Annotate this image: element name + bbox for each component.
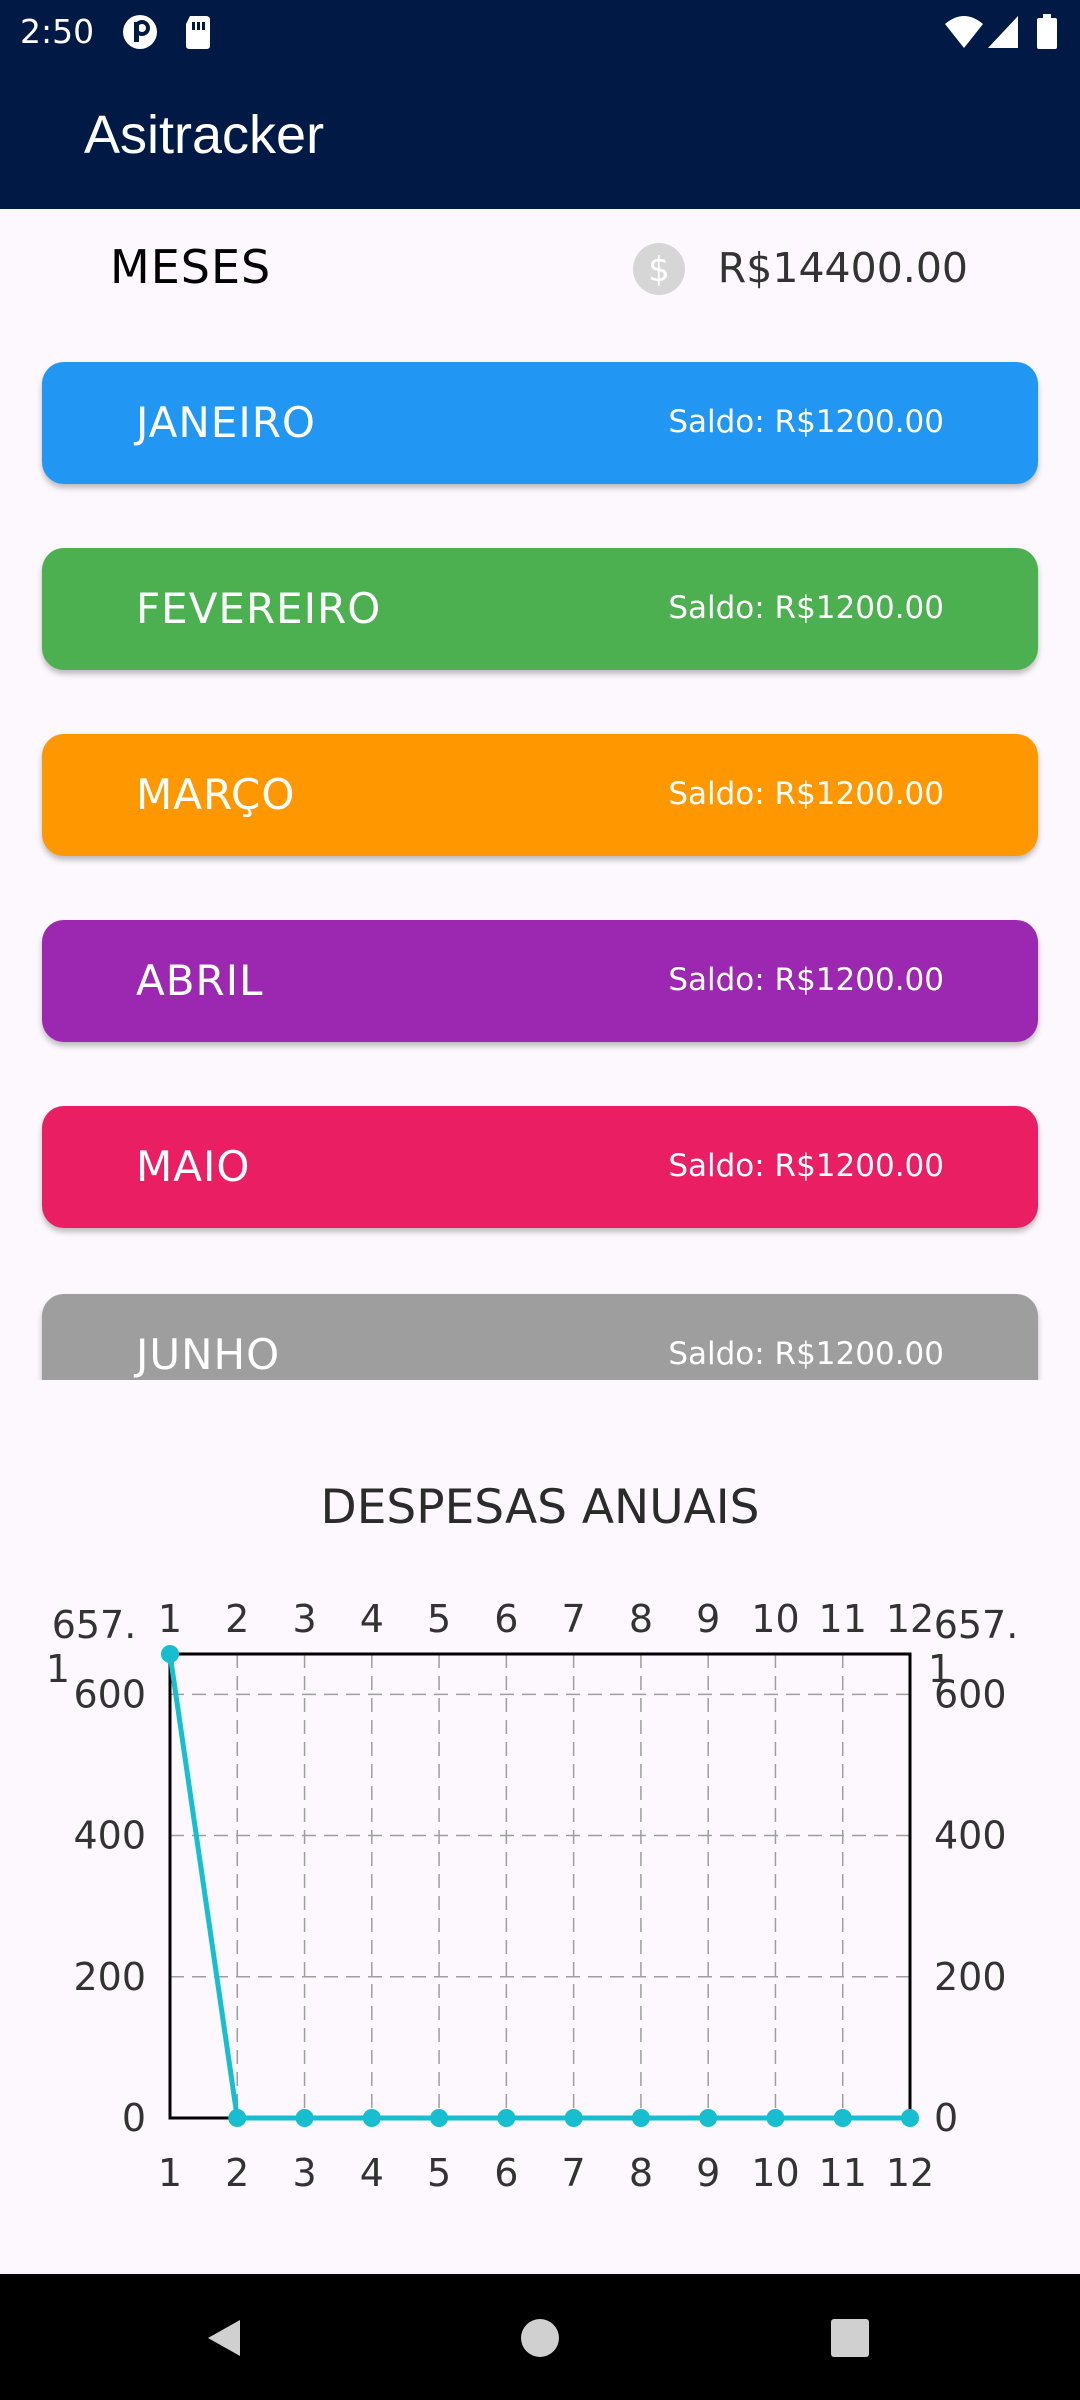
x-tick-label-bottom: 2 — [225, 2151, 249, 2195]
x-tick-label-top: 11 — [819, 1597, 867, 1641]
data-point — [228, 2109, 247, 2127]
data-point — [430, 2109, 449, 2127]
month-card-fevereiro[interactable]: FEVEREIRO Saldo: R$1200.00 — [42, 548, 1038, 670]
x-tick-label-top: 7 — [562, 1597, 586, 1641]
y-max-label-left-wrap: 1 — [46, 1647, 70, 1691]
navigation-bar — [0, 2274, 1080, 2400]
data-point — [699, 2109, 718, 2127]
x-tick-label-bottom: 8 — [629, 2151, 653, 2195]
status-time: 2:50 — [20, 12, 95, 51]
data-point — [362, 2109, 381, 2127]
x-tick-label-bottom: 11 — [819, 2151, 867, 2195]
month-balance: Saldo: R$1200.00 — [668, 404, 944, 440]
data-point — [833, 2109, 852, 2127]
y-tick-label-left: 200 — [73, 1955, 146, 1999]
data-point — [564, 2109, 583, 2127]
y-tick-label-left: 0 — [122, 2096, 146, 2140]
x-tick-label-top: 1 — [158, 1597, 182, 1641]
month-name: ABRIL — [136, 956, 264, 1005]
x-tick-label-top: 10 — [751, 1597, 799, 1641]
month-card-junho[interactable]: JUNHO Saldo: R$1200.00 — [42, 1294, 1038, 1380]
plot-frame — [168, 1652, 912, 2120]
x-tick-label-top: 6 — [494, 1597, 518, 1641]
x-tick-label-top: 2 — [225, 1597, 249, 1641]
chart-axes — [168, 1652, 912, 2120]
data-point — [766, 2109, 785, 2127]
x-tick-label-top: 4 — [360, 1597, 384, 1641]
x-tick-label-top: 8 — [629, 1597, 653, 1641]
data-point — [901, 2109, 919, 2127]
months-list[interactable]: JANEIRO Saldo: R$1200.00 FEVEREIRO Saldo… — [0, 340, 1080, 1380]
month-name: MAIO — [136, 1142, 251, 1191]
x-tick-label-bottom: 5 — [427, 2151, 451, 2195]
month-name: MARÇO — [136, 770, 296, 819]
dollar-icon: $ — [633, 243, 685, 295]
status-bar: 2:50 — [0, 0, 1080, 64]
series-line — [167, 1653, 910, 2121]
data-point — [497, 2109, 516, 2127]
sim-card-icon — [186, 16, 210, 49]
data-point — [631, 2109, 650, 2127]
recents-icon[interactable] — [830, 2318, 870, 2358]
x-tick-label-bottom: 7 — [562, 2151, 586, 2195]
y-max-label-right: 657. — [934, 1603, 1019, 1647]
month-card-maio[interactable]: MAIO Saldo: R$1200.00 — [42, 1106, 1038, 1228]
x-tick-label-bottom: 3 — [292, 2151, 316, 2195]
chart-title: DESPESAS ANUAIS — [320, 1480, 760, 1535]
data-point — [161, 1645, 179, 1663]
back-icon[interactable] — [204, 2318, 244, 2358]
p-icon — [123, 15, 157, 49]
app-title: Asitracker — [84, 105, 325, 165]
month-balance: Saldo: R$1200.00 — [668, 962, 944, 998]
y-max-label-left: 657. — [52, 1603, 137, 1647]
x-tick-label-bottom: 9 — [696, 2151, 720, 2195]
month-name: JANEIRO — [136, 398, 316, 447]
month-balance: Saldo: R$1200.00 — [668, 1336, 944, 1372]
data-point — [295, 2109, 314, 2127]
month-card-marco[interactable]: MARÇO Saldo: R$1200.00 — [42, 734, 1038, 856]
month-card-abril[interactable]: ABRIL Saldo: R$1200.00 — [42, 920, 1038, 1042]
month-card-janeiro[interactable]: JANEIRO Saldo: R$1200.00 — [42, 362, 1038, 484]
y-tick-label-left: 600 — [73, 1672, 146, 1716]
x-tick-label-bottom: 6 — [494, 2151, 518, 2195]
y-tick-label-right: 200 — [934, 1955, 1007, 1999]
x-tick-label-bottom: 10 — [751, 2151, 799, 2195]
x-tick-label-top: 5 — [427, 1597, 451, 1641]
month-name: FEVEREIRO — [136, 584, 382, 633]
battery-icon — [1037, 14, 1057, 49]
chart-labels: 1122334455667788991010111112120 0200 20040… — [46, 1597, 1018, 2195]
expenses-line-chart: 1122334455667788991010111112120 0200 20040… — [46, 1597, 1018, 2195]
svg-text:$: $ — [648, 250, 670, 290]
home-icon[interactable] — [520, 2318, 560, 2358]
x-tick-label-top: 9 — [696, 1597, 720, 1641]
x-tick-label-bottom: 12 — [886, 2151, 934, 2195]
months-heading: MESES — [110, 240, 272, 294]
x-tick-label-bottom: 4 — [360, 2151, 384, 2195]
x-tick-label-bottom: 1 — [158, 2151, 182, 2195]
y-max-label-right-wrap: 1 — [928, 1647, 952, 1691]
y-tick-label-left: 400 — [73, 1814, 146, 1858]
month-balance: Saldo: R$1200.00 — [668, 776, 944, 812]
month-name: JUNHO — [136, 1330, 281, 1379]
chart-grid — [170, 1654, 910, 2118]
wifi-icon — [945, 16, 983, 48]
signal-icon — [988, 16, 1018, 48]
app-bar: Asitracker — [0, 64, 1080, 209]
month-balance: Saldo: R$1200.00 — [668, 1148, 944, 1184]
x-tick-label-top: 3 — [292, 1597, 316, 1641]
total-balance: R$14400.00 — [717, 244, 968, 292]
y-tick-label-right: 400 — [934, 1814, 1007, 1858]
month-balance: Saldo: R$1200.00 — [668, 590, 944, 626]
y-tick-label-right: 0 — [934, 2096, 958, 2140]
chart-series — [161, 1645, 919, 2127]
x-tick-label-top: 12 — [886, 1597, 934, 1641]
